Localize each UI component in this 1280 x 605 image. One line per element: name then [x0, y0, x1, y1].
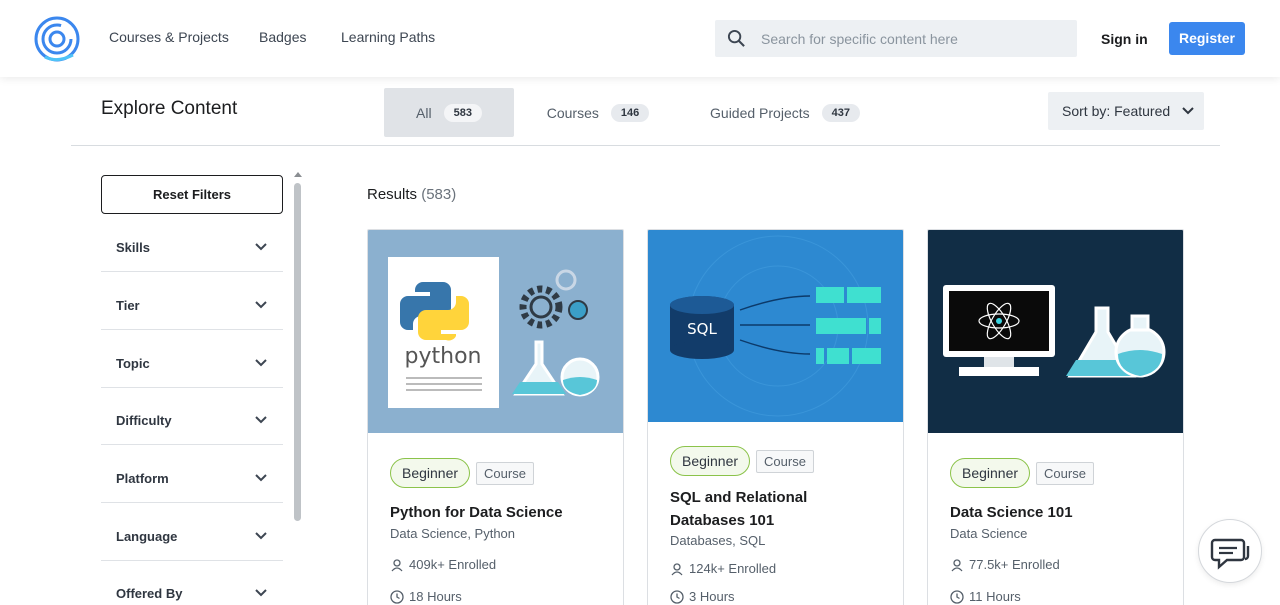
badge-row: Beginner Course	[670, 446, 814, 476]
chevron-down-icon	[255, 243, 267, 251]
logo-icon[interactable]	[33, 15, 81, 63]
badge-row: Beginner Course	[390, 458, 534, 488]
nav-badges[interactable]: Badges	[259, 29, 306, 45]
enrolled-count: 77.5k+ Enrolled	[969, 557, 1060, 572]
course-tags: Databases, SQL	[670, 533, 766, 548]
filter-label: Topic	[116, 356, 150, 371]
tab-label: Guided Projects	[710, 104, 810, 121]
nav-courses-projects[interactable]: Courses & Projects	[109, 29, 229, 45]
enrolled-info: 77.5k+ Enrolled	[950, 557, 1060, 572]
filter-label: Difficulty	[116, 413, 172, 428]
badge-row: Beginner Course	[950, 458, 1094, 488]
users-icon	[391, 558, 403, 571]
course-title[interactable]: Python for Data Science	[390, 501, 605, 524]
level-badge: Beginner	[390, 458, 471, 488]
course-title[interactable]: SQL and Relational Databases 101	[670, 486, 885, 532]
level-badge: Beginner	[670, 446, 751, 476]
filter-difficulty[interactable]: Difficulty	[101, 387, 283, 445]
filter-tier[interactable]: Tier	[101, 272, 283, 330]
course-image: SQL	[648, 230, 903, 433]
enrolled-info: 124k+ Enrolled	[670, 561, 776, 576]
type-badge: Course	[476, 461, 534, 485]
sidebar-scrollbar[interactable]	[294, 183, 301, 521]
search-input[interactable]	[761, 20, 1061, 57]
duration-info: 3 Hours	[670, 589, 735, 604]
filter-label: Platform	[116, 471, 169, 486]
filter-skills[interactable]: Skills	[101, 214, 283, 272]
tab-guided-projects[interactable]: Guided Projects 437	[700, 88, 870, 137]
duration: 3 Hours	[689, 589, 735, 604]
tab-count: 437	[821, 103, 860, 122]
course-title[interactable]: Data Science 101	[950, 501, 1165, 524]
tab-label: All	[416, 104, 432, 121]
level-badge: Beginner	[950, 458, 1031, 488]
chevron-down-icon	[1182, 107, 1194, 115]
course-card-data-science[interactable]: Beginner Course Data Science 101 Data Sc…	[927, 229, 1184, 605]
duration: 18 Hours	[409, 589, 462, 604]
chevron-down-icon	[255, 359, 267, 367]
tab-count: 583	[443, 103, 482, 122]
clock-icon	[950, 589, 964, 604]
register-button[interactable]: Register	[1169, 22, 1245, 55]
enrolled-count: 409k+ Enrolled	[409, 557, 497, 572]
sort-dropdown[interactable]: Sort by: Featured	[1048, 92, 1204, 130]
filter-label: Tier	[116, 298, 140, 313]
filter-topic[interactable]: Topic	[101, 330, 283, 388]
course-card-sql[interactable]: SQL Beginner Course SQL and Relational D…	[647, 229, 904, 605]
tab-count: 146	[610, 103, 650, 122]
filter-offered-by[interactable]: Offered By	[101, 560, 283, 605]
tab-label: Courses	[546, 104, 599, 121]
type-badge: Course	[1036, 461, 1094, 485]
users-icon	[951, 558, 963, 571]
top-navbar: Courses & Projects Badges Learning Paths…	[0, 0, 1280, 77]
course-tags: Data Science	[950, 526, 1028, 541]
results-label: Results	[367, 186, 418, 203]
tab-all[interactable]: All 583	[384, 88, 514, 137]
reset-filters-button[interactable]: Reset Filters	[101, 175, 283, 214]
chat-button[interactable]	[1198, 519, 1262, 583]
enrolled-count: 124k+ Enrolled	[689, 561, 777, 576]
chat-icon	[1210, 538, 1250, 570]
results-heading: Results (583)	[367, 186, 456, 203]
chevron-down-icon	[255, 532, 267, 540]
filter-label: Offered By	[116, 586, 183, 601]
clock-icon	[390, 589, 404, 604]
course-tags: Data Science, Python	[390, 526, 516, 541]
clock-icon	[670, 589, 684, 604]
scroll-up-arrow[interactable]	[294, 172, 302, 177]
chevron-down-icon	[255, 301, 267, 309]
enrolled-info: 409k+ Enrolled	[390, 557, 496, 572]
tab-courses[interactable]: Courses 146	[536, 88, 660, 137]
divider	[71, 145, 1220, 146]
type-badge: Course	[756, 449, 814, 473]
search-icon	[727, 29, 745, 47]
chevron-down-icon	[255, 474, 267, 482]
course-card-python[interactable]: python Beginner Course Python for Data S…	[367, 229, 624, 605]
filter-platform[interactable]: Platform	[101, 445, 283, 503]
search-bar	[715, 20, 1077, 57]
chevron-down-icon	[255, 416, 267, 424]
filter-language[interactable]: Language	[101, 503, 283, 561]
sort-label: Sort by: Featured	[1062, 103, 1171, 119]
duration-info: 11 Hours	[950, 589, 1021, 604]
users-icon	[671, 562, 683, 575]
filter-label: Skills	[116, 240, 150, 255]
course-image	[928, 230, 1183, 433]
nav-learning-paths[interactable]: Learning Paths	[341, 29, 435, 45]
duration: 11 Hours	[969, 589, 1021, 604]
chevron-down-icon	[255, 589, 267, 597]
duration-info: 18 Hours	[390, 589, 462, 604]
course-image: python	[368, 230, 623, 433]
filter-label: Language	[116, 529, 178, 544]
sign-in-link[interactable]: Sign in	[1101, 31, 1148, 47]
page-title: Explore Content	[101, 98, 238, 119]
sql-logo-text: SQL	[687, 320, 717, 338]
python-logo-text: python	[405, 344, 482, 369]
results-count: (583)	[421, 186, 457, 203]
